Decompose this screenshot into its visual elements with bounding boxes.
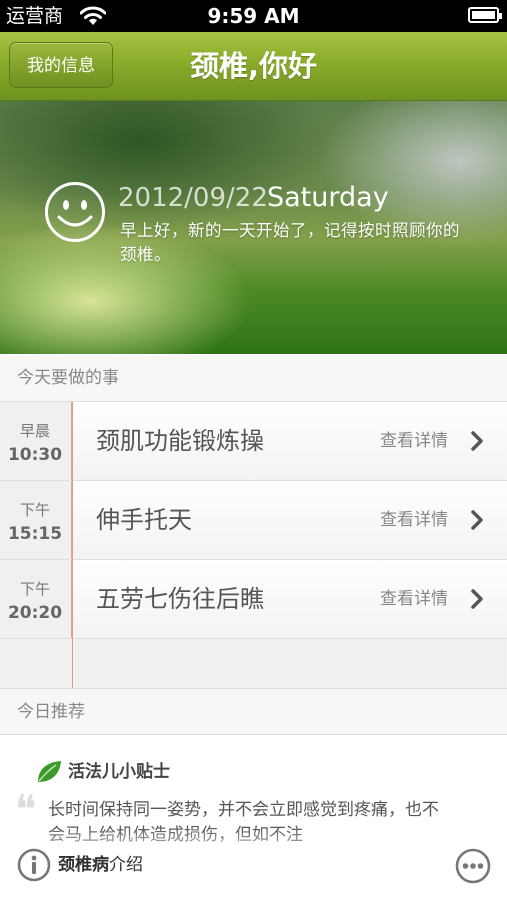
leaf-icon (38, 761, 61, 782)
smiley-icon (45, 182, 105, 242)
task-time: 20:20 (7, 603, 63, 623)
task-body[interactable]: 伸手托天 查看详情 (73, 481, 507, 559)
view-details-link[interactable]: 查看详情 (380, 560, 448, 638)
task-body[interactable]: 五劳七伤往后瞧 查看详情 (73, 560, 507, 638)
task-title: 伸手托天 (96, 506, 192, 534)
hero-weekday: Saturday (267, 182, 389, 213)
greeting-message: 早上好，新的一天开始了，记得按时照顾你的颈椎。 (120, 221, 460, 264)
quote-mark: ❝ (15, 787, 37, 833)
task-list: 早晨 10:30 颈肌功能锻炼操 查看详情 下午 15:15 伸手托天 查看详情… (0, 402, 507, 688)
recommend-section-header: 今日推荐 (0, 688, 507, 735)
info-icon[interactable] (17, 848, 51, 882)
task-row[interactable]: 下午 15:15 伸手托天 查看详情 (0, 481, 507, 560)
chevron-right-icon (471, 431, 483, 451)
task-body[interactable]: 颈肌功能锻炼操 查看详情 (73, 402, 507, 480)
task-time-column: 下午 15:15 (0, 481, 72, 559)
status-bar: 运营商 9:59 AM (0, 0, 507, 32)
task-time: 10:30 (7, 445, 63, 465)
task-time-column: 下午 20:20 (0, 560, 72, 638)
view-details-link[interactable]: 查看详情 (380, 481, 448, 559)
today-section-header: 今天要做的事 (0, 355, 507, 402)
status-time: 9:59 AM (207, 4, 300, 28)
recommend-card[interactable]: 活法儿小贴士 ❝ 长时间保持同一姿势，并不会立即感觉到疼痛，也不会马上给机体造成… (0, 735, 507, 900)
page-title: 颈椎,你好 (189, 49, 318, 83)
task-row[interactable]: 早晨 10:30 颈肌功能锻炼操 查看详情 (0, 402, 507, 481)
intro-label: 介绍 (109, 855, 143, 875)
task-period: 下午 (19, 580, 50, 598)
disease-name: 颈椎病 (58, 855, 109, 875)
task-time: 15:15 (7, 524, 63, 544)
chevron-right-icon (471, 510, 483, 530)
task-period: 早晨 (19, 422, 50, 440)
task-title: 颈肌功能锻炼操 (96, 427, 264, 455)
task-title: 五劳七伤往后瞧 (96, 585, 264, 613)
task-row[interactable]: 下午 20:20 五劳七伤往后瞧 查看详情 (0, 560, 507, 639)
view-details-link[interactable]: 查看详情 (380, 402, 448, 480)
hero-date: 2012/09/22 (118, 183, 268, 213)
tips-title: 活法儿小贴士 (68, 762, 170, 782)
task-period: 下午 (19, 501, 50, 519)
hero-banner: 2012/09/22 Saturday 早上好，新的一天开始了，记得按时照顾你的… (0, 101, 507, 354)
nav-bar: 我的信息 颈椎,你好 (0, 32, 507, 101)
chevron-right-icon (471, 589, 483, 609)
battery-icon (468, 7, 502, 23)
timeline-line (72, 402, 73, 688)
more-icon[interactable] (455, 848, 491, 884)
task-time-column: 早晨 10:30 (0, 402, 72, 480)
disease-intro-link[interactable]: 颈椎病介绍 (58, 853, 143, 877)
